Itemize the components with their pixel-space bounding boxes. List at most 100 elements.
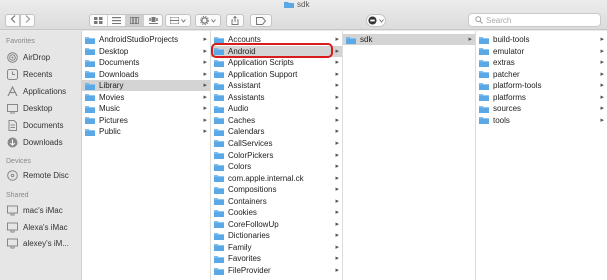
list-icon: [112, 17, 121, 24]
folder-row[interactable]: build-tools ▸: [476, 34, 607, 45]
folder-row[interactable]: ColorPickers ▸: [211, 150, 342, 161]
folder-row[interactable]: Dictionaries ▸: [211, 230, 342, 241]
folder-row[interactable]: FileProvider ▸: [211, 265, 342, 276]
back-button[interactable]: [5, 14, 20, 27]
group-by-button[interactable]: [165, 14, 191, 27]
chevron-right-icon: ▸: [335, 209, 339, 217]
folder-row[interactable]: com.apple.internal.ck ▸: [211, 173, 342, 184]
chevron-right-icon: ▸: [203, 128, 207, 136]
folder-row[interactable]: CallServices ▸: [211, 138, 342, 149]
folder-label: com.apple.internal.ck: [228, 173, 304, 183]
folder-label: Dictionaries: [228, 231, 270, 241]
dropbox-button[interactable]: [366, 14, 386, 27]
chevron-right-icon: ▸: [600, 36, 604, 43]
folder-icon: [346, 36, 356, 44]
list-view-button[interactable]: [108, 15, 126, 26]
applications-icon: [7, 86, 18, 97]
folder-row[interactable]: patcher ▸: [476, 69, 607, 80]
sidebar-item-remote-disc[interactable]: Remote Disc: [7, 169, 69, 182]
chevron-right-icon: ▸: [203, 93, 207, 101]
folder-row[interactable]: Public ▸: [82, 126, 210, 137]
folder-row[interactable]: tools ▸: [476, 115, 607, 126]
folder-icon: [214, 221, 224, 229]
folder-label: tools: [493, 115, 510, 125]
folder-row[interactable]: Documents ▸: [82, 57, 210, 68]
folder-row[interactable]: Music ▸: [82, 103, 210, 114]
chevron-right-icon: ▸: [335, 36, 339, 43]
sidebar-item-downloads[interactable]: Downloads: [7, 136, 63, 149]
search-input[interactable]: [486, 15, 596, 25]
folder-row[interactable]: Desktop ▸: [82, 46, 210, 57]
chevron-right-icon: ▸: [335, 70, 339, 78]
sidebar-item-airdrop[interactable]: AirDrop: [7, 51, 50, 64]
column-view-button[interactable]: [126, 15, 144, 26]
folder-label: patcher: [493, 69, 520, 79]
folder-row[interactable]: Caches ▸: [211, 115, 342, 126]
folder-row[interactable]: Calendars ▸: [211, 126, 342, 137]
folder-row[interactable]: Application Support ▸: [211, 69, 342, 80]
sidebar-item-label: alexey's iM...: [23, 239, 69, 248]
folder-label: Downloads: [99, 69, 139, 79]
folder-row[interactable]: sources ▸: [476, 103, 607, 114]
tags-button[interactable]: [250, 14, 272, 27]
folder-row[interactable]: platforms ▸: [476, 92, 607, 103]
search-field[interactable]: [468, 13, 601, 27]
chevron-left-icon: [10, 15, 15, 23]
sidebar-item-applications[interactable]: Applications: [7, 85, 66, 98]
folder-icon: [214, 198, 224, 206]
cover-flow-view-button[interactable]: [144, 15, 162, 26]
folder-label: platform-tools: [493, 81, 542, 91]
icon-view-button[interactable]: [90, 15, 108, 26]
folder-row[interactable]: Compositions ▸: [211, 184, 342, 195]
folder-row[interactable]: Cookies ▸: [211, 207, 342, 218]
folder-row[interactable]: platform-tools ▸: [476, 80, 607, 91]
chevron-right-icon: ▸: [335, 243, 339, 251]
folder-row[interactable]: Colors ▸: [211, 161, 342, 172]
folder-row[interactable]: Library ▸: [82, 80, 210, 92]
folder-row[interactable]: AndroidStudioProjects ▸: [82, 34, 210, 45]
folder-row[interactable]: emulator ▸: [476, 46, 607, 57]
folder-row[interactable]: CoreFollowUp ▸: [211, 219, 342, 230]
tag-icon: [256, 16, 266, 25]
folder-icon: [479, 71, 489, 79]
folder-row[interactable]: Assistant ▸: [211, 80, 342, 91]
folder-icon: [85, 94, 95, 102]
sidebar-item-desktop[interactable]: Desktop: [7, 102, 52, 115]
share-icon: [231, 16, 239, 25]
folder-row[interactable]: Assistants ▸: [211, 92, 342, 103]
sidebar-item-documents[interactable]: Documents: [7, 119, 63, 132]
folder-row[interactable]: Downloads ▸: [82, 69, 210, 80]
sidebar-item-shared-mac[interactable]: mac's iMac: [7, 204, 63, 217]
action-button[interactable]: [195, 14, 221, 27]
sidebar-item-shared-alexey[interactable]: alexey's iM...: [7, 237, 69, 250]
folder-row[interactable]: Family ▸: [211, 242, 342, 253]
chevron-right-icon: ▸: [335, 128, 339, 136]
folder-icon: [214, 163, 224, 171]
sidebar-item-label: Documents: [23, 121, 64, 130]
folder-row[interactable]: Containers ▸: [211, 196, 342, 207]
folder-row[interactable]: Pictures ▸: [82, 115, 210, 126]
sidebar-item-recents[interactable]: Recents: [7, 68, 52, 81]
chevron-right-icon: ▸: [203, 47, 207, 55]
folder-icon: [479, 94, 489, 102]
folder-row[interactable]: sdk ▸: [343, 34, 475, 45]
folder-row[interactable]: Audio ▸: [211, 103, 342, 114]
folder-row[interactable]: Movies ▸: [82, 92, 210, 103]
view-mode-group: [89, 14, 163, 27]
folder-label: Caches: [228, 115, 256, 125]
folder-label: Containers: [228, 196, 267, 206]
share-button[interactable]: [226, 14, 244, 27]
folder-icon: [479, 105, 489, 113]
chevron-right-icon: ▸: [600, 93, 604, 101]
downloads-icon: [7, 137, 18, 148]
forward-button[interactable]: [20, 14, 35, 27]
sidebar-item-shared-alexa[interactable]: Alexa's iMac: [7, 221, 68, 234]
folder-row[interactable]: Favorites ▸: [211, 253, 342, 264]
folder-row[interactable]: extras ▸: [476, 57, 607, 68]
folder-icon: [214, 71, 224, 79]
folder-label: AndroidStudioProjects: [99, 35, 179, 44]
folder-label: Favorites: [228, 254, 261, 264]
chevron-down-icon: [181, 18, 186, 23]
folder-icon: [85, 129, 95, 136]
folder-row[interactable]: Application Scripts ▸: [211, 57, 342, 68]
